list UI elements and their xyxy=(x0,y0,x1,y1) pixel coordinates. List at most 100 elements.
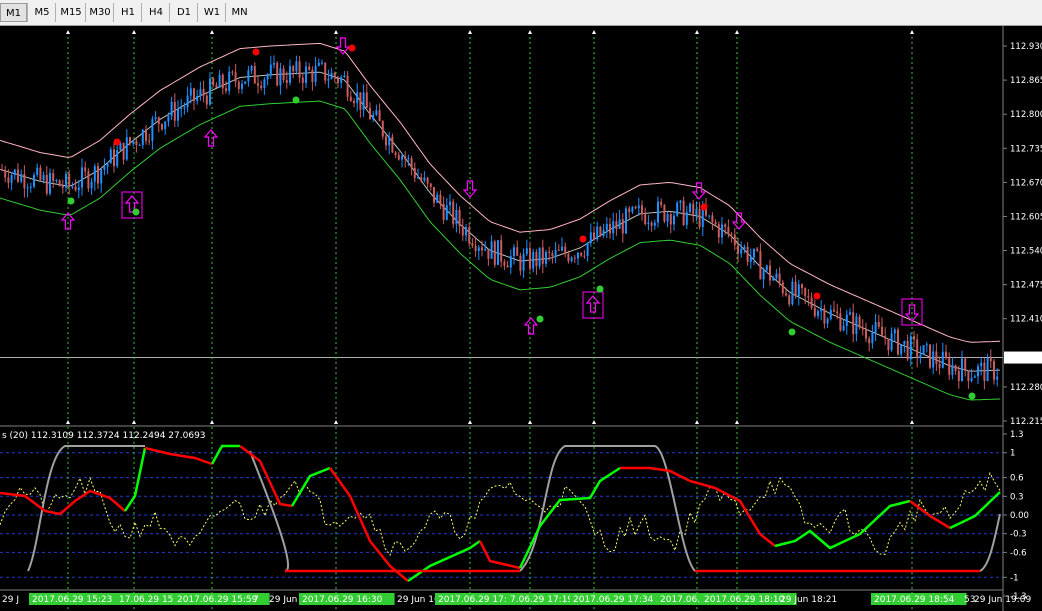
candle-body xyxy=(484,249,487,251)
candle-body xyxy=(890,333,893,351)
timeframe-button-mn[interactable]: MN xyxy=(225,3,253,22)
timeframe-button-w1[interactable]: W1 xyxy=(197,3,226,22)
candle-body xyxy=(490,241,493,259)
candle-body xyxy=(887,338,890,351)
time-label: 29 Jun 19:09 xyxy=(974,595,1031,605)
candle-body xyxy=(378,110,381,122)
candle-body xyxy=(500,240,503,262)
candle-body xyxy=(874,322,877,333)
candle-body xyxy=(708,215,711,217)
price-tick-label: 112.475 xyxy=(1010,281,1042,291)
candle-body xyxy=(298,61,301,78)
time-label: 2017.06.29 17:34 xyxy=(573,595,654,605)
candle-body xyxy=(39,167,42,181)
time-label: 29 Jun 16 xyxy=(397,595,440,605)
candle-body xyxy=(250,65,253,71)
candle-body xyxy=(554,249,557,256)
price-chart[interactable]: s (20) 112.3109 112.3724 112.2494 27.069… xyxy=(0,26,1042,611)
candle-body xyxy=(215,85,218,88)
timeframe-button-h1[interactable]: H1 xyxy=(113,3,142,22)
candle-body xyxy=(305,66,307,83)
candle-body xyxy=(586,243,589,256)
candle-body xyxy=(628,208,631,213)
candle-body xyxy=(237,81,240,89)
candle-body xyxy=(509,256,512,268)
sell-dot-icon xyxy=(348,44,356,52)
candle-body xyxy=(365,92,368,108)
candle-body xyxy=(29,186,32,188)
candle-body xyxy=(404,155,407,160)
candle-body xyxy=(516,247,519,256)
candle-body xyxy=(481,247,483,251)
candle-body xyxy=(170,101,173,117)
candle-body xyxy=(689,203,691,213)
candle-body xyxy=(439,194,442,204)
candle-body xyxy=(724,224,727,227)
timeframe-button-m30[interactable]: M30 xyxy=(85,3,114,22)
candle-body xyxy=(289,66,291,83)
candle-body xyxy=(634,206,637,209)
candle-body xyxy=(385,136,387,146)
candle-body xyxy=(186,95,189,108)
candle-body xyxy=(909,336,912,360)
osc-tick-label: 0.3 xyxy=(1010,492,1024,502)
time-label: 29 Jun xyxy=(269,595,297,605)
candle-body xyxy=(730,233,733,235)
candle-body xyxy=(749,257,752,262)
candle-body xyxy=(989,357,992,362)
candle-body xyxy=(1,169,3,171)
osc-tick-label: 1.3 xyxy=(1010,430,1024,440)
timeframe-button-h4[interactable]: H4 xyxy=(141,3,170,22)
candle-body xyxy=(951,365,954,375)
candle-body xyxy=(861,327,864,330)
candle-body xyxy=(177,108,179,121)
timeframe-button-d1[interactable]: D1 xyxy=(169,3,198,22)
timeframe-button-m1[interactable]: M1 xyxy=(0,3,27,22)
candle-body xyxy=(42,174,45,181)
candle-body xyxy=(68,173,71,187)
osc-tick-label: -0.3 xyxy=(1010,530,1027,540)
candle-body xyxy=(897,329,899,355)
candle-body xyxy=(257,83,259,86)
candle-body xyxy=(199,89,202,97)
candle-body xyxy=(314,65,317,83)
candle-body xyxy=(413,168,416,179)
sell-dot-icon xyxy=(252,48,260,56)
candle-body xyxy=(900,344,903,355)
candle-body xyxy=(145,129,147,141)
candle-body xyxy=(596,226,599,240)
timeframe-button-m5[interactable]: M5 xyxy=(27,3,56,22)
candle-body xyxy=(151,119,154,141)
candle-body xyxy=(148,140,151,142)
candle-body xyxy=(407,158,410,160)
candle-body xyxy=(807,295,810,298)
candle-body xyxy=(653,222,656,226)
time-label: 7 xyxy=(253,595,259,605)
price-tick-label: 112.670 xyxy=(1010,178,1042,188)
candle-body xyxy=(84,167,87,172)
candle-body xyxy=(311,69,314,83)
time-label: 29 Jun 18:21 xyxy=(780,595,837,605)
candle-body xyxy=(769,265,771,281)
candle-body xyxy=(436,194,439,203)
candle-body xyxy=(193,88,195,101)
candle-body xyxy=(157,117,160,125)
candle-body xyxy=(759,250,762,280)
candle-body xyxy=(957,370,960,382)
candle-body xyxy=(292,66,295,72)
candle-body xyxy=(231,71,234,73)
sell-dot-icon xyxy=(700,203,708,211)
timeframe-button-m15[interactable]: M15 xyxy=(55,3,86,22)
candle-body xyxy=(308,66,311,70)
price-tick-label: 112.735 xyxy=(1010,144,1042,154)
candle-body xyxy=(260,85,263,88)
candle-body xyxy=(468,227,471,244)
candle-body xyxy=(426,177,429,184)
candle-body xyxy=(993,361,995,380)
candle-body xyxy=(471,243,474,246)
candle-body xyxy=(977,366,979,377)
candle-body xyxy=(474,245,477,251)
candle-body xyxy=(679,200,682,203)
candle-body xyxy=(986,357,989,382)
candle-body xyxy=(330,72,333,79)
